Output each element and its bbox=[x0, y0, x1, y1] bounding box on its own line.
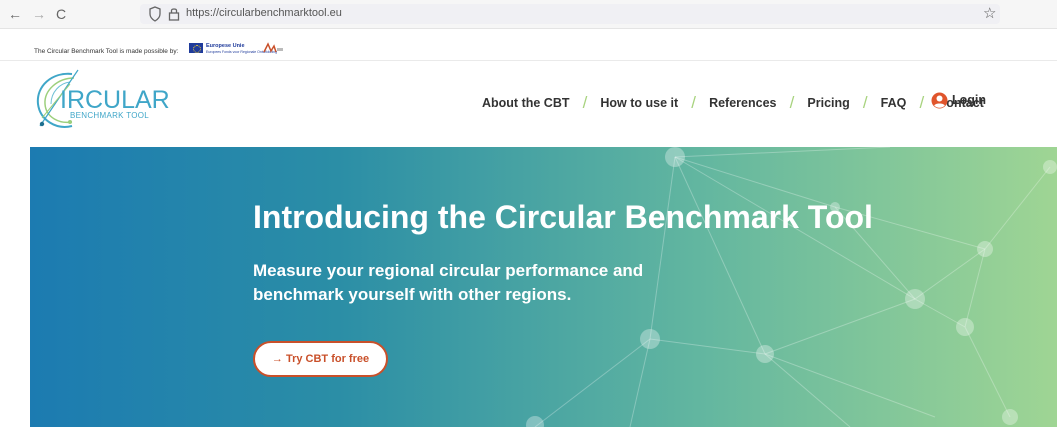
nav-item-how-to-use[interactable]: How to use it bbox=[600, 96, 678, 110]
nav-separator: / bbox=[582, 93, 588, 112]
logo-subtitle: BENCHMARK TOOL bbox=[70, 111, 150, 120]
nav-item-faq[interactable]: FAQ bbox=[881, 96, 907, 110]
browser-toolbar: ← → C https://circularbenchmarktool.eu ☆ bbox=[0, 0, 1057, 29]
sponsor-text: The Circular Benchmark Tool is made poss… bbox=[34, 48, 179, 55]
back-button[interactable]: ← bbox=[8, 4, 22, 24]
address-bar[interactable]: https://circularbenchmarktool.eu bbox=[140, 4, 1000, 24]
hero-subtitle: Measure your regional circular performan… bbox=[253, 261, 644, 304]
nav-item-about[interactable]: About the CBT bbox=[482, 96, 569, 110]
lock-icon[interactable] bbox=[168, 6, 180, 22]
forward-button[interactable]: → bbox=[32, 4, 46, 24]
partner-logo bbox=[263, 42, 283, 53]
nav-separator: / bbox=[862, 93, 868, 112]
star-icon[interactable]: ☆ bbox=[983, 4, 996, 22]
nav-item-pricing[interactable]: Pricing bbox=[807, 96, 849, 110]
login-label[interactable]: Login bbox=[952, 93, 986, 107]
header-divider bbox=[0, 60, 1057, 61]
try-cbt-button[interactable]: → Try CBT for free bbox=[253, 341, 388, 377]
shield-icon[interactable] bbox=[148, 6, 162, 22]
reload-button[interactable]: C bbox=[56, 4, 66, 24]
hero-banner: Introducing the Circular Benchmark Tool … bbox=[30, 147, 1057, 427]
user-icon[interactable] bbox=[931, 92, 948, 109]
eu-label: Europese Unie bbox=[206, 43, 245, 49]
main-nav: About the CBT / How to use it / Referenc… bbox=[482, 93, 984, 112]
eu-flag-icon bbox=[189, 43, 203, 53]
nav-item-references[interactable]: References bbox=[709, 96, 776, 110]
nav-separator: / bbox=[919, 93, 925, 112]
nav-separator: / bbox=[691, 93, 696, 112]
nav-separator: / bbox=[789, 93, 795, 112]
url-text[interactable]: https://circularbenchmarktool.eu bbox=[186, 7, 342, 19]
hero-title: Introducing the Circular Benchmark Tool bbox=[253, 199, 873, 235]
